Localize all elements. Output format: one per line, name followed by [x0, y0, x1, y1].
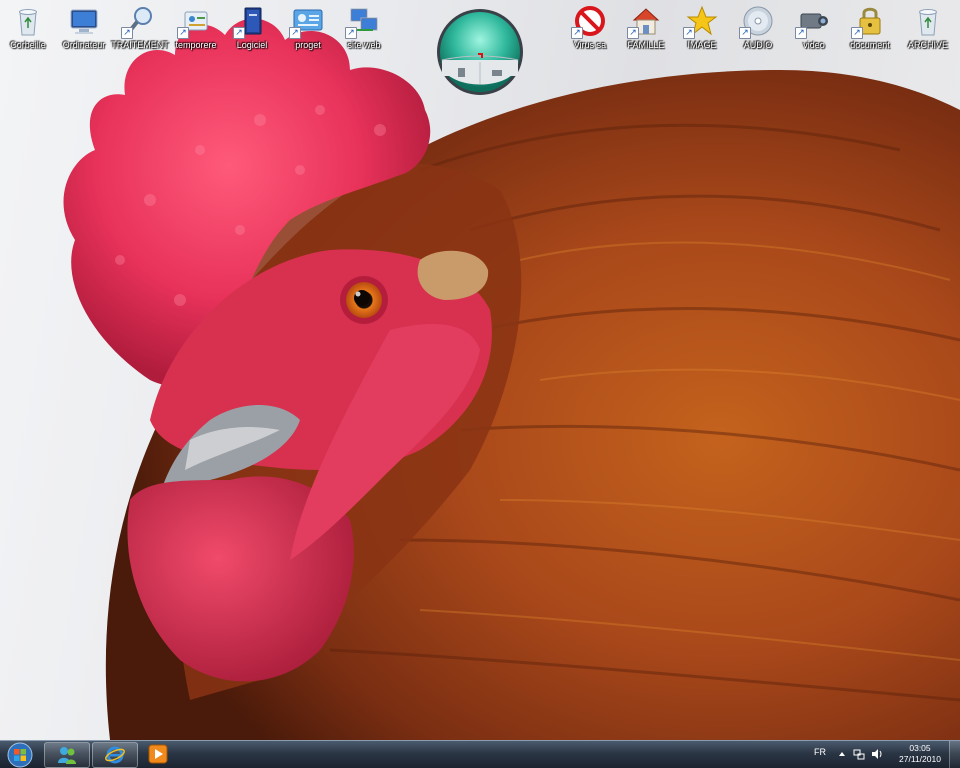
desktop-icon-site-web[interactable]: ↗ site web: [336, 4, 392, 56]
desktop-icon-label: temporere: [175, 40, 217, 50]
network-icon: ↗: [345, 4, 381, 39]
shortcut-arrow-icon: ↗: [289, 27, 301, 39]
taskbar-button-messenger[interactable]: [44, 742, 90, 768]
desktop-icon-corbeille[interactable]: Corbeille: [0, 4, 56, 56]
padlock-icon: ↗: [851, 4, 887, 39]
book-icon: ↗: [233, 4, 269, 39]
shortcut-arrow-icon: ↗: [851, 27, 863, 39]
desktop-icon-label: ARCHIVE: [907, 40, 948, 50]
desktop-icon-proget[interactable]: ↗ proget: [280, 4, 336, 56]
recycle-bin-icon: [911, 4, 945, 38]
chevron-up-icon[interactable]: [836, 748, 848, 760]
desktop-icon-label: document: [850, 40, 890, 50]
star-icon: ↗: [683, 4, 719, 39]
clock-time: 03:05: [909, 743, 931, 753]
taskbar-button-internet-explorer[interactable]: [92, 742, 138, 768]
desktop-icon-logiciel[interactable]: ↗ Logiciel: [224, 4, 280, 56]
desktop-icon-label: site web: [347, 40, 381, 50]
desktop-icon-document[interactable]: ↗ document: [842, 4, 898, 56]
camcorder-icon: ↗: [795, 4, 831, 39]
shortcut-arrow-icon: ↗: [121, 27, 133, 39]
shortcut-arrow-icon: ↗: [571, 27, 583, 39]
rooster-image: [63, 18, 960, 740]
taskbar: FR 03:05 27/11/2010: [0, 740, 960, 768]
security-gadget[interactable]: [434, 8, 526, 96]
internet-explorer-icon: [105, 746, 125, 764]
control-panel-icon: ↗: [177, 4, 213, 39]
computer-icon: [67, 4, 101, 38]
desktop-icon-label: AUDIO: [743, 40, 773, 50]
desktop-icon-label: video: [803, 40, 825, 50]
disc-icon: ↗: [739, 4, 775, 39]
clock-date: 27/11/2010: [899, 754, 941, 764]
desktop-icon-label: FAMILLE: [627, 40, 665, 50]
desktop-wallpaper: [0, 0, 960, 740]
desktop-icon-label: TRAITEMENT: [111, 40, 169, 50]
desktop-icon-temporere[interactable]: ↗ temporere: [168, 4, 224, 56]
media-player-icon: [148, 744, 168, 764]
house-icon: ↗: [627, 4, 663, 39]
security-gadget-icon: [437, 9, 523, 95]
recycle-bin-icon: [11, 4, 45, 38]
shortcut-arrow-icon: ↗: [683, 27, 695, 39]
shortcut-arrow-icon: ↗: [795, 27, 807, 39]
taskbar-button-media-player[interactable]: [140, 742, 176, 766]
show-desktop-button[interactable]: [949, 741, 960, 768]
shortcut-arrow-icon: ↗: [345, 27, 357, 39]
dashboard-icon: ↗: [289, 4, 325, 39]
messenger-icon: [58, 747, 76, 764]
magnifier-icon: ↗: [121, 4, 157, 39]
network-tray-icon[interactable]: [853, 748, 865, 760]
desktop-icon-virus-sa[interactable]: ↗ Virus sa: [562, 4, 618, 56]
desktop-icon-traitement[interactable]: ↗ TRAITEMENT: [111, 4, 169, 56]
shortcut-arrow-icon: ↗: [177, 27, 189, 39]
clock[interactable]: 03:05 27/11/2010: [890, 743, 950, 765]
desktop-icon-label: Logiciel: [236, 40, 268, 50]
desktop-icon-label: IMAGE: [687, 40, 717, 50]
desktop-icon-image[interactable]: ↗ IMAGE: [674, 4, 730, 56]
desktop-icon-audio[interactable]: ↗ AUDIO: [730, 4, 786, 56]
volume-icon[interactable]: [871, 748, 883, 760]
desktop-icon-archive[interactable]: ARCHIVE: [900, 4, 956, 56]
desktop-icon-label: Corbeille: [10, 40, 46, 50]
desktop-icon-label: proget: [295, 40, 321, 50]
language-indicator[interactable]: FR: [814, 747, 826, 757]
desktop-icon-famille[interactable]: ↗ FAMILLE: [618, 4, 674, 56]
desktop-icon-ordinateur[interactable]: Ordinateur: [56, 4, 112, 56]
desktop-icon-label: Ordinateur: [62, 40, 106, 50]
windows-logo-icon: [7, 742, 33, 768]
shortcut-arrow-icon: ↗: [233, 27, 245, 39]
start-button[interactable]: [2, 742, 38, 768]
shortcut-arrow-icon: ↗: [739, 27, 751, 39]
shortcut-arrow-icon: ↗: [627, 27, 639, 39]
desktop-icon-video[interactable]: ↗ video: [786, 4, 842, 56]
no-entry-icon: ↗: [571, 4, 607, 39]
desktop-icon-label: Virus sa: [573, 40, 607, 50]
